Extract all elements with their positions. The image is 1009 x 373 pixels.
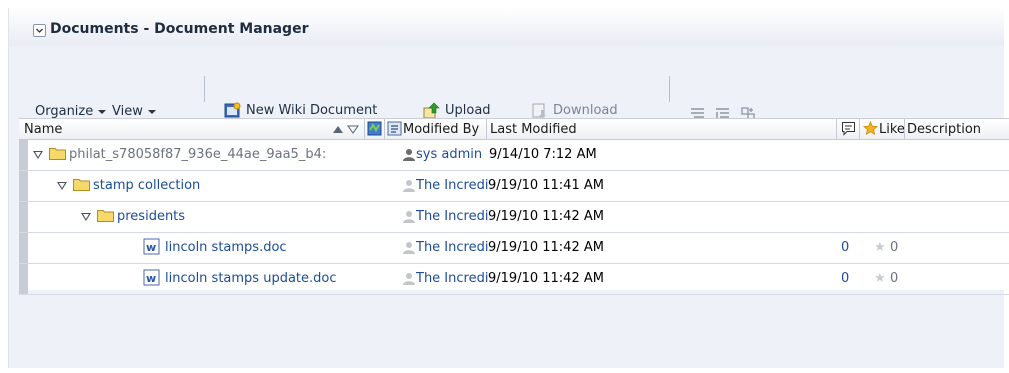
word-document-icon: w — [143, 269, 160, 286]
column-header-name[interactable]: Name — [24, 122, 62, 137]
row-name-link[interactable]: stamp collection — [93, 178, 200, 193]
chevron-down-icon — [98, 109, 107, 114]
row-last-modified: 9/14/10 7:12 AM — [489, 147, 597, 162]
view-label: View — [112, 104, 143, 119]
row-comment-count[interactable]: 0 — [841, 240, 849, 255]
toolbar-divider — [204, 76, 205, 102]
upload-icon — [423, 102, 440, 119]
download-icon — [532, 103, 546, 118]
upload-button[interactable]: Upload — [423, 102, 491, 119]
checkout-status-icon — [367, 121, 382, 136]
document-manager-panel: Documents - Document Manager Organize Vi… — [8, 8, 1009, 368]
expand-toggle-icon[interactable] — [81, 213, 91, 221]
table-row[interactable]: stamp collection The Incredibl 9/19/10 1… — [19, 171, 1009, 202]
row-modified-by[interactable]: The Incredibl — [416, 178, 488, 193]
folder-icon — [97, 210, 114, 222]
row-selector[interactable] — [19, 264, 28, 294]
svg-text:w: w — [146, 241, 156, 254]
upload-label: Upload — [445, 103, 491, 118]
toolbar-divider — [669, 76, 670, 102]
new-wiki-document-button[interactable]: New Wiki Document — [224, 102, 377, 119]
row-last-modified: 9/19/10 11:41 AM — [488, 178, 604, 193]
row-modified-by[interactable]: The Incredibl — [416, 240, 488, 255]
sync-status-icon — [387, 121, 402, 136]
documents-table: Name Modified By Last Modified Like Desc… — [19, 118, 1009, 295]
column-header-modified-by[interactable]: Modified By — [403, 122, 479, 137]
comments-icon[interactable] — [841, 121, 856, 136]
column-divider — [384, 119, 385, 139]
panel-title: Documents - Document Manager — [50, 21, 309, 37]
row-modified-by[interactable]: The Incredibl — [416, 271, 488, 286]
view-menu[interactable]: View — [112, 104, 156, 119]
user-icon — [403, 149, 415, 161]
user-icon — [403, 180, 415, 192]
expand-toggle-icon[interactable] — [33, 151, 43, 159]
row-name-link[interactable]: lincoln stamps.doc — [165, 240, 287, 255]
row-like-count: 0 — [890, 240, 899, 255]
svg-text:w: w — [146, 272, 156, 285]
column-header-like[interactable]: Like — [879, 122, 905, 137]
folder-icon — [73, 179, 90, 191]
user-icon — [403, 211, 415, 223]
row-last-modified: 9/19/10 11:42 AM — [488, 240, 604, 255]
download-label: Download — [553, 103, 618, 118]
table-row[interactable]: w lincoln stamps.doc The Incredibl 9/19/… — [19, 233, 1009, 264]
row-selector[interactable] — [19, 171, 28, 201]
user-icon — [403, 242, 415, 254]
star-outline-icon[interactable]: ★ — [874, 240, 886, 255]
expand-toggle-icon[interactable] — [57, 182, 67, 190]
column-divider — [836, 119, 837, 139]
row-name-link[interactable]: presidents — [117, 209, 185, 224]
row-like-count: 0 — [890, 271, 899, 286]
table-row[interactable]: w lincoln stamps update.doc The Incredib… — [19, 264, 1009, 295]
collapse-toggle-icon[interactable] — [33, 24, 46, 37]
table-row[interactable]: presidents The Incredibl 9/19/10 11:42 A… — [19, 202, 1009, 233]
row-name-link[interactable]: lincoln stamps update.doc — [165, 271, 337, 286]
organize-menu[interactable]: Organize — [35, 104, 107, 119]
star-outline-icon[interactable]: ★ — [874, 271, 886, 286]
table-row[interactable]: philat_s78058f87_936e_44ae_9aa5_b4: sys … — [19, 140, 1009, 171]
folder-icon — [49, 148, 66, 160]
chevron-down-icon — [147, 109, 156, 114]
column-header-description[interactable]: Description — [907, 122, 981, 137]
user-icon — [403, 273, 415, 285]
row-last-modified: 9/19/10 11:42 AM — [488, 271, 604, 286]
row-name-link[interactable]: philat_s78058f87_936e_44ae_9aa5_b4: — [69, 147, 369, 162]
download-button[interactable]: Download — [531, 102, 618, 119]
row-selector[interactable] — [19, 140, 28, 170]
column-divider — [859, 119, 860, 139]
sort-arrows-icon[interactable] — [332, 124, 360, 134]
new-wiki-label: New Wiki Document — [246, 103, 378, 118]
column-divider — [486, 119, 487, 139]
new-wiki-icon — [224, 102, 241, 118]
column-divider — [904, 119, 905, 139]
row-modified-by[interactable]: The Incredibl — [416, 209, 488, 224]
column-header-last-modified[interactable]: Last Modified — [490, 122, 577, 137]
like-star-icon — [863, 121, 878, 136]
word-document-icon: w — [143, 238, 160, 255]
row-selector[interactable] — [19, 233, 28, 263]
row-last-modified: 9/19/10 11:42 AM — [488, 209, 604, 224]
row-modified-by[interactable]: sys admin — [416, 147, 486, 162]
table-header: Name Modified By Last Modified Like Desc… — [19, 119, 1009, 140]
column-divider — [364, 119, 365, 139]
organize-label: Organize — [35, 104, 94, 119]
row-comment-count[interactable]: 0 — [841, 271, 849, 286]
panel-header: Documents - Document Manager — [9, 8, 1004, 46]
row-selector[interactable] — [19, 202, 28, 232]
